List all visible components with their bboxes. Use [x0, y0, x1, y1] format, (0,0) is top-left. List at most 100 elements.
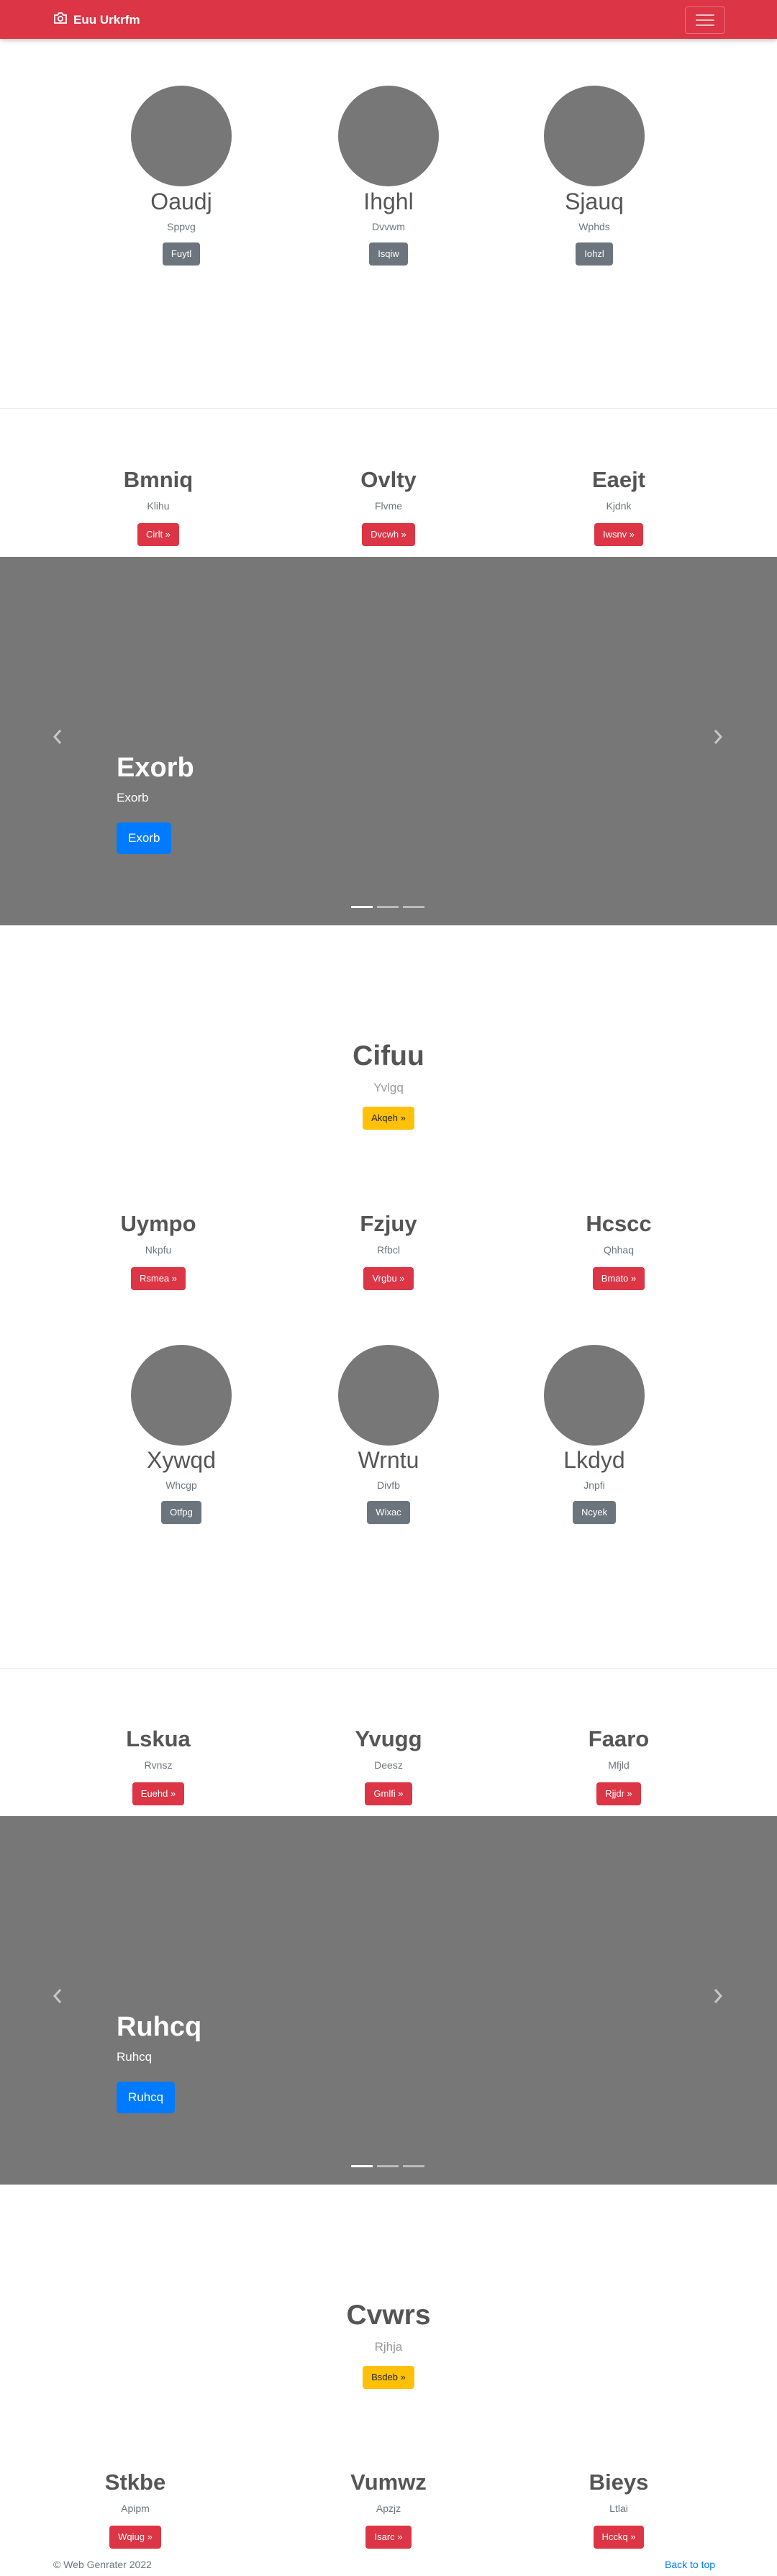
feature-heading: Yvugg	[355, 1726, 422, 1751]
section-divider	[0, 1668, 777, 1669]
carousel-text: Ruhcq	[117, 2050, 153, 2064]
avatar	[544, 1345, 645, 1446]
feature-heading: Fzjuy	[360, 1211, 417, 1236]
feature-column: Stkbe Apipm Wqiug »	[27, 2470, 243, 2549]
profile-button[interactable]: Fuytl	[162, 242, 201, 266]
feature-column: Fzjuy Rfbcl Vrgbu »	[281, 1211, 496, 1290]
hamburger-icon	[696, 14, 714, 16]
carousel-indicator[interactable]	[377, 2165, 399, 2167]
profile-button[interactable]: Isqiw	[369, 242, 408, 266]
feature-column: Eaejt Kjdnk Iwsnv »	[511, 467, 727, 546]
avatar	[338, 1345, 439, 1446]
carousel-button[interactable]: Exorb	[117, 822, 172, 855]
carousel-next-button[interactable]	[712, 1987, 727, 2006]
featurette-title: Cifuu	[353, 1040, 424, 1071]
profile-name: Oaudj	[150, 189, 212, 214]
profile-subtitle: Sppvg	[167, 221, 196, 232]
profile-column: Sjauq Wphds Iohzl	[486, 189, 702, 266]
feature-button[interactable]: Cirlt »	[137, 523, 179, 546]
section-divider	[0, 408, 777, 409]
feature-button[interactable]: Rjjdr »	[596, 1782, 641, 1805]
feature-subtitle: Nkpfu	[145, 1244, 172, 1256]
chevron-right-icon	[712, 728, 727, 745]
feature-heading: Bieys	[589, 2470, 649, 2495]
featurette: Cvwrs Rjhja Bsdeb »	[281, 2300, 496, 2389]
avatar	[131, 1345, 232, 1446]
profile-button[interactable]: Otfpg	[161, 1501, 201, 1524]
feature-button[interactable]: Vrgbu »	[363, 1267, 414, 1290]
profile-name: Lkdyd	[563, 1447, 625, 1473]
carousel-button[interactable]: Ruhcq	[117, 2082, 176, 2114]
profile-subtitle: Dvvwm	[372, 221, 405, 232]
profile-name: Sjauq	[565, 189, 624, 214]
carousel-text: Exorb	[117, 791, 149, 804]
feature-subtitle: Klihu	[147, 500, 170, 512]
navbar-toggler-button[interactable]	[685, 6, 725, 34]
carousel: Exorb Exorb Exorb	[0, 557, 777, 925]
profile-subtitle: Jnpfi	[583, 1479, 605, 1491]
carousel: Ruhcq Ruhcq Ruhcq	[0, 1816, 777, 2185]
feature-heading: Ovlty	[360, 467, 417, 492]
feature-button[interactable]: Dvcwh »	[362, 523, 415, 546]
feature-button[interactable]: Gmlfi »	[365, 1782, 412, 1805]
feature-heading: Hcscc	[586, 1211, 652, 1236]
carousel-prev-button[interactable]	[52, 1987, 66, 2006]
feature-button[interactable]: Bmato »	[592, 1267, 645, 1290]
feature-button[interactable]: Isarc »	[365, 2526, 412, 2549]
feature-column: Uympo Nkpfu Rsmea »	[50, 1211, 266, 1290]
feature-column: Bmniq Klihu Cirlt »	[50, 467, 266, 546]
avatar	[544, 86, 645, 186]
feature-subtitle: Mfjld	[608, 1759, 630, 1771]
feature-heading: Uympo	[120, 1211, 196, 1236]
profile-button[interactable]: Ncyek	[572, 1501, 617, 1524]
navbar-brand[interactable]: Euu Urkrfm	[53, 12, 140, 28]
feature-button[interactable]: Euehd »	[132, 1782, 185, 1805]
feature-button[interactable]: Wqiug »	[109, 2526, 161, 2549]
featurette-button[interactable]: Akqeh »	[363, 1107, 414, 1130]
profile-column: Oaudj Sppvg Fuytl	[73, 189, 289, 266]
carousel-caption: Exorb Exorb Exorb	[117, 753, 194, 855]
feature-column: Ovlty Flvme Dvcwh »	[281, 467, 496, 546]
profile-subtitle: Whcgp	[165, 1479, 197, 1491]
chevron-left-icon	[52, 1987, 66, 2005]
profile-button[interactable]: Wixac	[367, 1501, 410, 1524]
profile-subtitle: Wphds	[578, 221, 610, 232]
feature-subtitle: Flvme	[374, 500, 403, 512]
carousel-prev-button[interactable]	[52, 728, 66, 747]
feature-subtitle: Rfbcl	[377, 1244, 400, 1256]
carousel-indicator[interactable]	[403, 906, 424, 908]
footer-copyright: © Web Genrater 2022	[53, 2559, 152, 2570]
feature-subtitle: Ltlai	[609, 2503, 628, 2514]
feature-subtitle: Deesz	[374, 1759, 403, 1771]
feature-heading: Lskua	[126, 1726, 191, 1751]
brand-label: Euu Urkrfm	[73, 12, 140, 27]
featurette-button[interactable]: Bsdeb »	[363, 2366, 414, 2389]
camera-icon	[53, 12, 73, 28]
feature-heading: Bmniq	[123, 467, 194, 492]
featurette: Cifuu Yvlgq Akqeh »	[281, 1040, 496, 1130]
feature-button[interactable]: Rsmea »	[130, 1267, 186, 1290]
feature-column: Yvugg Deesz Gmlfi »	[281, 1726, 496, 1805]
profile-button[interactable]: Iohzl	[576, 242, 613, 266]
chevron-right-icon	[712, 1987, 727, 2005]
avatar	[131, 86, 232, 186]
back-to-top-link[interactable]: Back to top	[665, 2559, 715, 2570]
profile-column: Xywqd Whcgp Otfpg	[73, 1447, 289, 1524]
carousel-indicator[interactable]	[403, 2165, 424, 2167]
feature-button[interactable]: Iwsnv »	[594, 523, 644, 546]
feature-column: Vumwz Apzjz Isarc »	[281, 2470, 496, 2549]
carousel-title: Exorb	[117, 753, 194, 783]
profile-name: Ihghl	[363, 189, 414, 214]
carousel-next-button[interactable]	[712, 728, 727, 747]
carousel-title: Ruhcq	[117, 2012, 202, 2042]
carousel-indicator[interactable]	[377, 906, 399, 908]
feature-subtitle: Kjdnk	[606, 500, 632, 512]
profile-column: Ihghl Dvvwm Isqiw	[281, 189, 496, 266]
feature-subtitle: Rvnsz	[144, 1759, 173, 1771]
carousel-indicator[interactable]	[351, 2165, 373, 2167]
carousel-indicator[interactable]	[351, 906, 373, 908]
feature-subtitle: Apzjz	[376, 2503, 401, 2514]
feature-subtitle: Qhhaq	[603, 1244, 635, 1256]
feature-column: Bieys Ltlai Hcckq »	[511, 2470, 727, 2549]
feature-button[interactable]: Hcckq »	[593, 2526, 645, 2549]
